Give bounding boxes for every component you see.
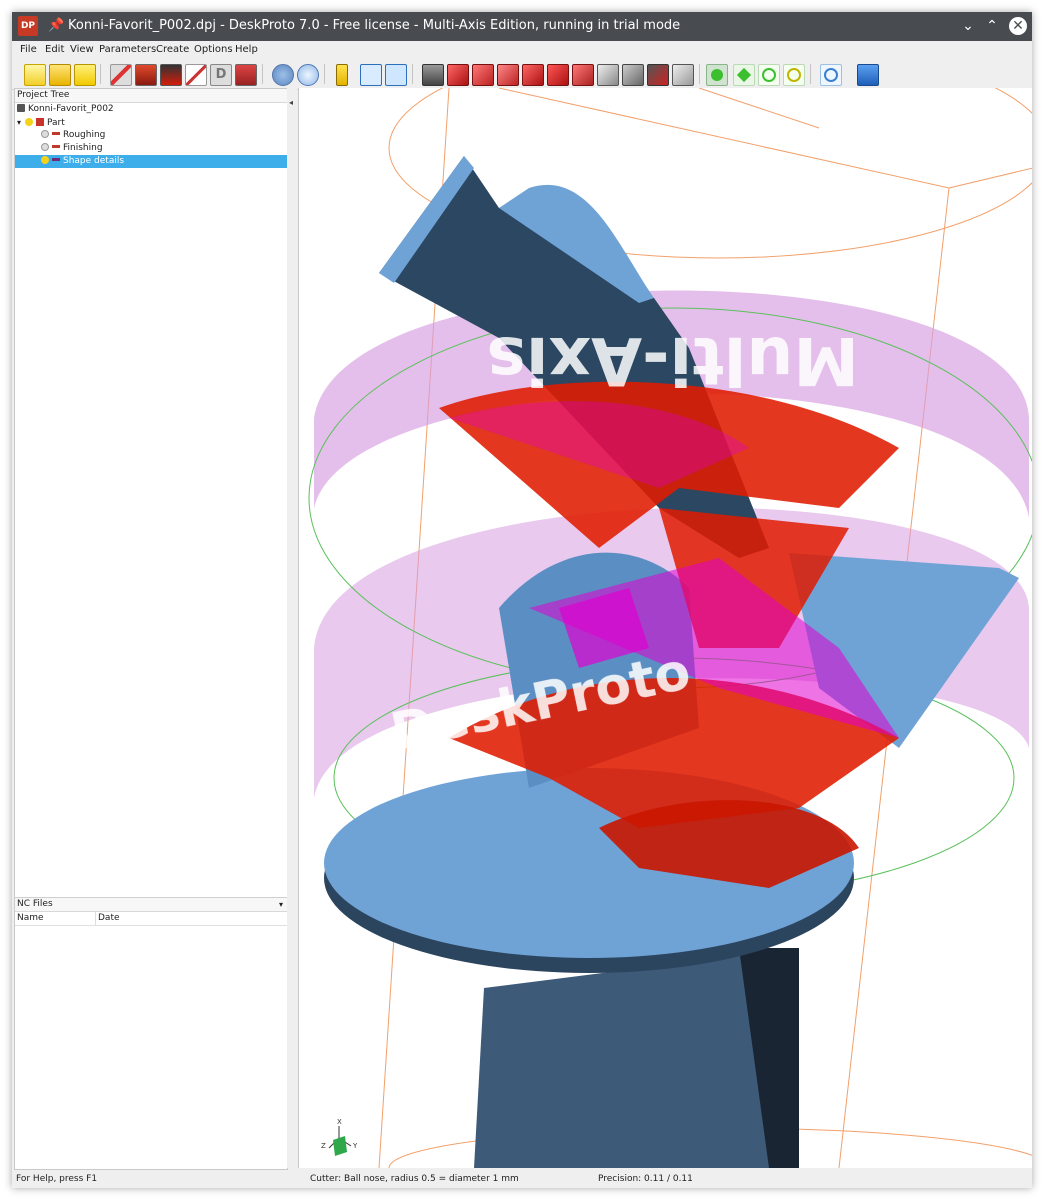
- zoom-in-icon[interactable]: [758, 64, 780, 86]
- part-parameters-icon[interactable]: [110, 64, 132, 86]
- save-project-icon[interactable]: [74, 64, 96, 86]
- project-icon: [17, 104, 25, 112]
- axis-label-z: Z: [321, 1142, 326, 1150]
- svg-text:Multi-Axis: Multi-Axis: [487, 322, 859, 399]
- save-toolpath-icon[interactable]: [235, 64, 257, 86]
- view-gray-2-icon[interactable]: [622, 64, 644, 86]
- rotate-mode-icon[interactable]: [706, 64, 728, 86]
- nc-files-columns: Name Date: [15, 912, 287, 926]
- info-icon[interactable]: [336, 64, 348, 86]
- nc-files-header: NC Files ▾: [15, 898, 287, 912]
- open-project-icon[interactable]: [49, 64, 71, 86]
- minimize-button[interactable]: ⌄: [958, 16, 978, 36]
- part-icon: [36, 118, 45, 126]
- app-window: DP 📌 Konni-Favorit_P002.dpj - DeskProto …: [12, 12, 1032, 1188]
- axis-gizmo: Z Y X: [321, 1118, 358, 1156]
- status-help: For Help, press F1: [16, 1174, 98, 1184]
- lightbulb-off-icon[interactable]: [41, 130, 49, 138]
- maximize-button[interactable]: ⌃: [982, 16, 1002, 36]
- new-project-icon[interactable]: [24, 64, 46, 86]
- window-title: Konni-Favorit_P002.dpj - DeskProto 7.0 -…: [68, 18, 681, 33]
- menu-help[interactable]: Help: [235, 44, 258, 55]
- close-button[interactable]: ✕: [1009, 17, 1027, 35]
- tree-item-part[interactable]: ▾ Part: [15, 116, 287, 129]
- left-pane: Project Tree Konni-Favorit_P002 ▾ Part Ro…: [14, 88, 288, 1170]
- zoom-100-icon[interactable]: [820, 64, 842, 86]
- menu-parameters[interactable]: Parameters: [99, 44, 156, 55]
- view-bottom-icon[interactable]: [572, 64, 594, 86]
- menu-file[interactable]: File: [20, 44, 37, 55]
- status-precision: Precision: 0.11 / 0.11: [598, 1174, 693, 1184]
- 3d-viewport[interactable]: Multi-Axis DeskProto Z Y X: [298, 88, 1032, 1168]
- pin-icon[interactable]: 📌: [48, 18, 64, 33]
- view-left-icon[interactable]: [497, 64, 519, 86]
- operation-icon[interactable]: [185, 64, 207, 86]
- operation-icon: [52, 158, 60, 161]
- column-header-name[interactable]: Name: [17, 912, 44, 925]
- vector-icon[interactable]: [135, 64, 157, 86]
- view-top-icon[interactable]: [547, 64, 569, 86]
- view-hide-icon[interactable]: [672, 64, 694, 86]
- tree-item-finishing[interactable]: Finishing: [15, 142, 287, 155]
- app-logo-icon: DP: [18, 16, 38, 36]
- view-toolpath-icon[interactable]: [272, 64, 294, 86]
- axis-label-y: Y: [352, 1142, 358, 1150]
- expand-arrow-icon[interactable]: ▾: [17, 118, 21, 127]
- status-bar: For Help, press F1 Cutter: Ball nose, ra…: [12, 1170, 1032, 1188]
- collapse-arrow-icon[interactable]: ◂: [289, 98, 293, 107]
- view-gray-1-icon[interactable]: [597, 64, 619, 86]
- lightbulb-on-icon[interactable]: [41, 156, 49, 164]
- nc-files-panel: NC Files ▾ Name Date: [15, 897, 287, 1169]
- view-iso-icon[interactable]: [422, 64, 444, 86]
- title-bar[interactable]: DP 📌 Konni-Favorit_P002.dpj - DeskProto …: [12, 12, 1032, 41]
- menu-create[interactable]: Create: [156, 44, 189, 55]
- operation-icon: [52, 145, 60, 148]
- menu-view[interactable]: View: [70, 44, 94, 55]
- view-front-icon[interactable]: [447, 64, 469, 86]
- zoom-out-icon[interactable]: [783, 64, 805, 86]
- window-icon[interactable]: [385, 64, 407, 86]
- view-right-icon[interactable]: [522, 64, 544, 86]
- bitmap-icon[interactable]: [160, 64, 182, 86]
- pane-splitter[interactable]: ◂: [287, 88, 297, 1168]
- status-cutter: Cutter: Ball nose, radius 0.5 = diameter…: [310, 1174, 519, 1184]
- view-section-icon[interactable]: [647, 64, 669, 86]
- tree-item-shape-details[interactable]: Shape details: [15, 155, 287, 168]
- grid-icon[interactable]: [360, 64, 382, 86]
- menu-edit[interactable]: Edit: [45, 44, 64, 55]
- zoom-part-icon[interactable]: [297, 64, 319, 86]
- tree-item-roughing[interactable]: Roughing: [15, 129, 287, 142]
- lightbulb-off-icon[interactable]: [41, 143, 49, 151]
- pan-mode-icon[interactable]: [733, 64, 755, 86]
- view-back-icon[interactable]: [472, 64, 494, 86]
- operation-icon: [52, 132, 60, 135]
- column-header-date[interactable]: Date: [95, 912, 120, 925]
- drawing-icon[interactable]: D: [210, 64, 232, 86]
- toolbar: D: [12, 59, 1032, 90]
- 3d-scene: Multi-Axis DeskProto Z Y X: [308, 88, 1032, 1168]
- tree-item-project[interactable]: Konni-Favorit_P002: [15, 103, 287, 116]
- axis-label-x: X: [337, 1118, 342, 1126]
- menu-bar: File Edit View Parameters Create Options…: [12, 41, 1032, 59]
- help-book-icon[interactable]: [857, 64, 879, 86]
- project-tree-header: Project Tree: [15, 89, 287, 103]
- chevron-down-icon[interactable]: ▾: [279, 898, 283, 911]
- lightbulb-on-icon[interactable]: [25, 118, 34, 126]
- menu-options[interactable]: Options: [194, 44, 233, 55]
